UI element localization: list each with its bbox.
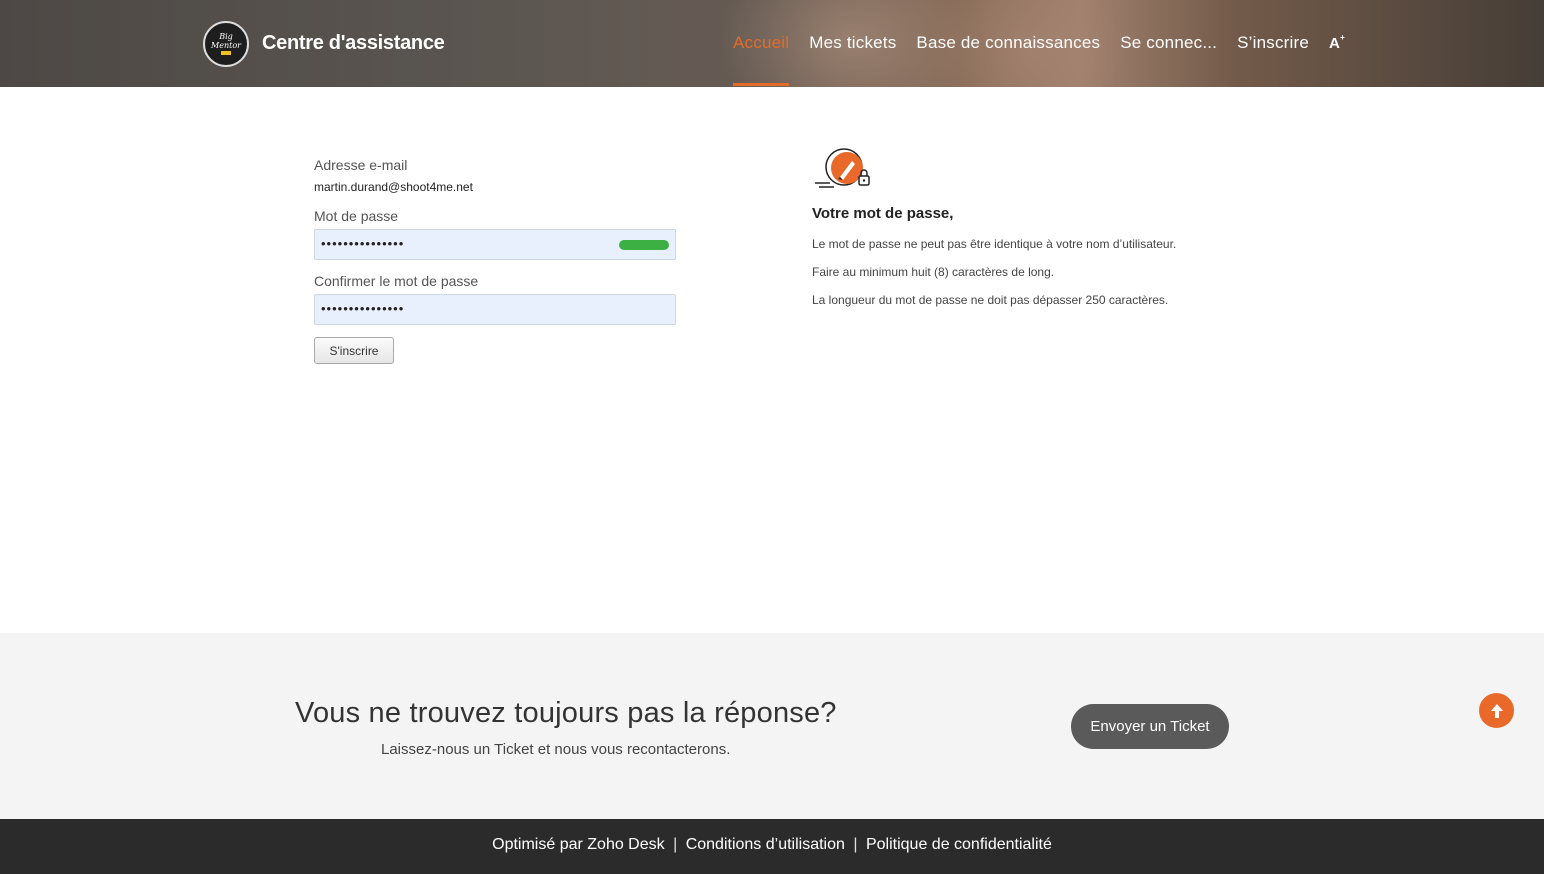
footer-link-privacy[interactable]: Politique de confidentialité xyxy=(866,836,1052,853)
nav-item-base-de-connaissances[interactable]: Base de connaissances xyxy=(916,33,1100,53)
password-rule: La longueur du mot de passe ne doit pas … xyxy=(812,293,1169,307)
graduation-cap-icon xyxy=(221,51,231,55)
font-size-label: A xyxy=(1329,34,1340,52)
confirm-password-label: Confirmer le mot de passe xyxy=(314,273,479,289)
footer-link-terms[interactable]: Conditions d’utilisation xyxy=(686,836,845,853)
cta-title: Vous ne trouvez toujours pas la réponse? xyxy=(295,697,837,729)
password-rules-title: Votre mot de passe, xyxy=(812,205,954,222)
nav-item-sinscrire[interactable]: S’inscrire xyxy=(1237,33,1309,53)
password-strength-bar xyxy=(619,240,669,250)
nav-item-accueil[interactable]: Accueil xyxy=(733,33,790,86)
scroll-to-top-button[interactable] xyxy=(1479,693,1514,728)
logo-text-top: Big xyxy=(219,32,233,41)
email-value: martin.durand@shoot4me.net xyxy=(314,180,473,194)
footer-links: Optimisé par Zoho Desk | Conditions d’ut… xyxy=(0,836,1544,854)
footer-separator: | xyxy=(673,836,678,853)
cta-subtitle: Laissez-nous un Ticket et nous vous reco… xyxy=(381,741,731,758)
password-label: Mot de passe xyxy=(314,208,399,224)
email-label: Adresse e-mail xyxy=(314,157,408,173)
confirm-password-field[interactable]: ••••••••••••••• xyxy=(314,294,676,325)
site-logo[interactable]: Big Mentor xyxy=(203,21,249,67)
site-title[interactable]: Centre d'assistance xyxy=(262,32,445,55)
signup-button[interactable]: S'inscrire xyxy=(314,337,394,364)
password-edit-icon xyxy=(812,145,874,191)
nav-item-se-connecter[interactable]: Se connec... xyxy=(1120,33,1217,53)
main-nav: Accueil Mes tickets Base de connaissance… xyxy=(733,32,1345,86)
footer-separator: | xyxy=(853,836,858,853)
submit-ticket-button[interactable]: Envoyer un Ticket xyxy=(1071,704,1229,749)
password-rule: Le mot de passe ne peut pas être identiq… xyxy=(812,237,1177,251)
nav-item-mes-tickets[interactable]: Mes tickets xyxy=(809,33,896,53)
logo-text-bottom: Mentor xyxy=(211,41,241,50)
footer-link-zoho-desk[interactable]: Optimisé par Zoho Desk xyxy=(492,836,665,853)
password-rule: Faire au minimum huit (8) caractères de … xyxy=(812,265,1055,279)
font-size-accessibility-icon[interactable]: A + xyxy=(1329,33,1345,52)
arrow-up-icon xyxy=(1490,703,1503,718)
